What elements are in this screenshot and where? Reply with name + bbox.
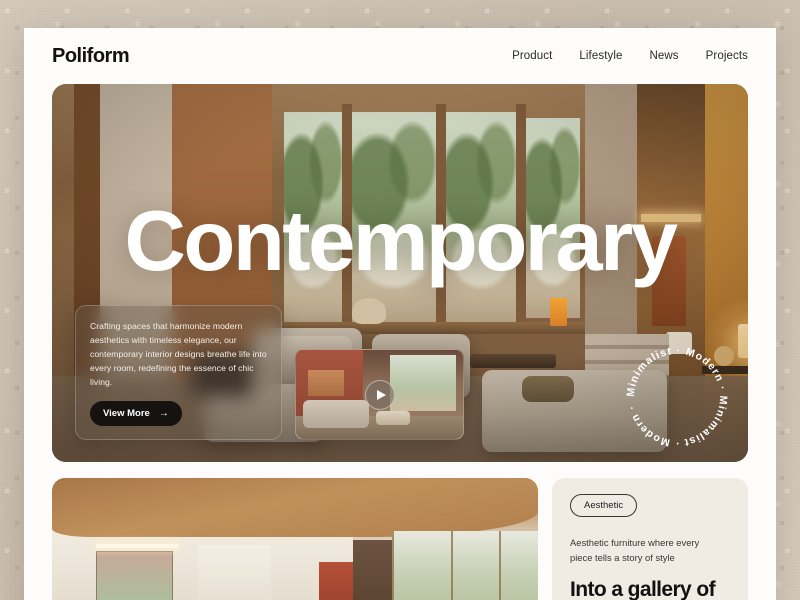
- aesthetic-heading: Into a gallery of style: [570, 578, 716, 600]
- aesthetic-subtitle: Aesthetic furniture where every piece te…: [570, 537, 700, 564]
- lower-scene-artwork: [95, 550, 174, 600]
- hero-info-card: Crafting spaces that harmonize modern ae…: [75, 305, 282, 440]
- aesthetic-pill[interactable]: Aesthetic: [570, 494, 638, 517]
- view-more-button[interactable]: View More →: [90, 401, 182, 426]
- play-icon[interactable]: [364, 379, 395, 410]
- video-scene-sofa: [302, 399, 370, 429]
- lower-scene-mullion-1: [392, 531, 395, 600]
- main-navigation: Product Lifestyle News Projects: [512, 50, 748, 62]
- lower-scene-red-accent: [319, 562, 354, 600]
- aesthetic-card: Aesthetic Aesthetic furniture where ever…: [552, 478, 748, 600]
- hero-title: Contemporary: [124, 194, 678, 289]
- video-scene-window: [389, 355, 457, 411]
- lower-scene-mullion-2: [450, 531, 453, 600]
- video-scene-shelf: [307, 369, 345, 397]
- lower-scene-panel: [197, 545, 271, 600]
- video-scene-ottoman: [376, 410, 410, 425]
- brand-logo[interactable]: Poliform: [52, 45, 130, 68]
- rotating-badge-svg: Minimalist · Modern · Minimalist · Moder…: [625, 345, 729, 449]
- view-more-label: View More: [103, 408, 150, 419]
- lower-scene-glass-wall: [392, 531, 538, 600]
- lower-scene-wood-ceiling: [52, 478, 538, 537]
- lower-interior-image: [52, 478, 538, 600]
- arrow-right-icon: →: [158, 407, 169, 419]
- site-header: Poliform Product Lifestyle News Projects: [24, 28, 776, 84]
- lower-scene-column: [353, 539, 393, 600]
- nav-item-product[interactable]: Product: [512, 50, 552, 62]
- hero-description: Crafting spaces that harmonize modern ae…: [90, 321, 267, 388]
- website-page: Poliform Product Lifestyle News Projects: [24, 28, 776, 600]
- nav-item-lifestyle[interactable]: Lifestyle: [579, 50, 622, 62]
- hero-section: Contemporary Crafting spaces that harmon…: [52, 84, 748, 462]
- lower-scene-light-strip: [95, 543, 179, 548]
- lower-scene-mullion-3: [499, 531, 502, 600]
- nav-item-news[interactable]: News: [650, 50, 679, 62]
- play-triangle: [376, 389, 386, 400]
- hero-video-thumbnail[interactable]: [295, 349, 464, 440]
- lower-section: Aesthetic Aesthetic furniture where ever…: [52, 478, 748, 600]
- rotating-badge: Minimalist · Modern · Minimalist · Moder…: [619, 339, 735, 455]
- rotating-badge-text: Minimalist · Modern · Minimalist · Moder…: [625, 345, 729, 449]
- nav-item-projects[interactable]: Projects: [706, 50, 748, 62]
